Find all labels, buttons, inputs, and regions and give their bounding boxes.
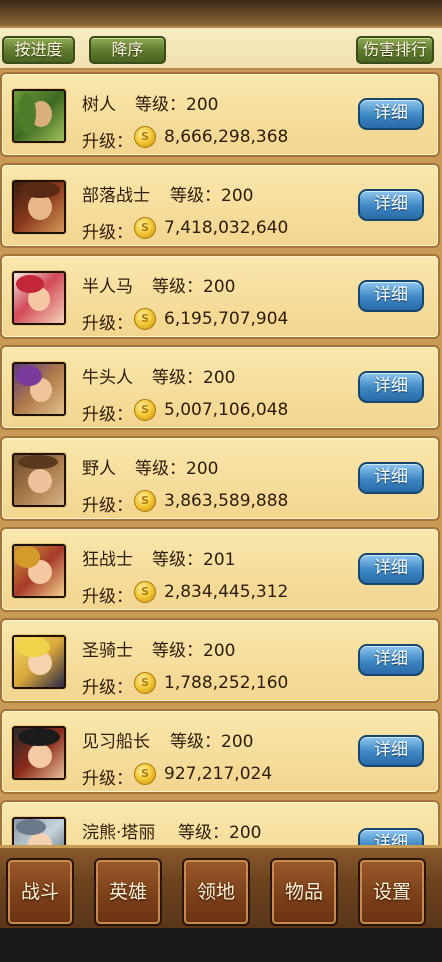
upgrade-cost: 8,666,298,368 (164, 127, 289, 147)
gold-coin-icon: S (134, 672, 156, 694)
top-border (0, 0, 442, 26)
app-screen: 按进度 降序 伤害排行 树人 等级：200 升级： S 8,666,298,36… (0, 0, 442, 962)
hero-avatar-raccoon-tali (12, 817, 66, 845)
detail-button[interactable]: 详细 (358, 735, 424, 767)
hero-level: 等级：201 (152, 550, 236, 570)
gold-coin-icon: S (134, 126, 156, 148)
bottom-nav-bar: 战斗 英雄 领地 物品 设置 (0, 845, 442, 928)
upgrade-label: 升级： (82, 314, 133, 334)
hero-level: 等级：200 (135, 459, 219, 479)
upgrade-cost: 5,007,106,048 (164, 400, 289, 420)
hero-name: 圣骑士 (82, 641, 133, 661)
hero-card-minotaur: 牛头人 等级：200 升级： S 5,007,106,048 详细 (0, 345, 440, 430)
nav-items-button[interactable]: 物品 (270, 858, 338, 926)
upgrade-label: 升级： (82, 223, 133, 243)
hero-avatar-paladin (12, 635, 66, 689)
hero-card-berserker: 狂战士 等级：201 升级： S 2,834,445,312 详细 (0, 527, 440, 612)
sort-by-progress-button[interactable]: 按进度 (2, 36, 75, 64)
hero-level: 等级：200 (152, 277, 236, 297)
hero-card-tribal-warrior: 部落战士 等级：200 升级： S 7,418,032,640 详细 (0, 163, 440, 248)
nav-heroes-button[interactable]: 英雄 (94, 858, 162, 926)
hero-name: 见习船长 (82, 732, 150, 752)
sort-toolbar: 按进度 降序 伤害排行 (0, 26, 442, 70)
hero-name: 野人 (82, 459, 116, 479)
detail-button[interactable]: 详细 (358, 644, 424, 676)
upgrade-label: 升级： (82, 132, 133, 152)
hero-card-paladin: 圣骑士 等级：200 升级： S 1,788,252,160 详细 (0, 618, 440, 703)
hero-level: 等级：200 (170, 732, 254, 752)
hero-name: 浣熊·塔丽 (82, 823, 156, 843)
upgrade-cost: 927,217,024 (164, 764, 273, 784)
upgrade-label: 升级： (82, 496, 133, 516)
detail-button[interactable]: 详细 (358, 828, 424, 845)
hero-avatar-berserker (12, 544, 66, 598)
upgrade-label: 升级： (82, 678, 133, 698)
nav-territory-button[interactable]: 领地 (182, 858, 250, 926)
gold-coin-icon: S (134, 217, 156, 239)
gold-coin-icon: S (134, 308, 156, 330)
hero-name: 树人 (82, 95, 116, 115)
upgrade-cost: 3,863,589,888 (164, 491, 289, 511)
hero-avatar-tribal-warrior (12, 180, 66, 234)
detail-button[interactable]: 详细 (358, 98, 424, 130)
damage-ranking-button[interactable]: 伤害排行 (356, 36, 434, 64)
detail-button[interactable]: 详细 (358, 553, 424, 585)
hero-name: 狂战士 (82, 550, 133, 570)
detail-button[interactable]: 详细 (358, 280, 424, 312)
nav-settings-button[interactable]: 设置 (358, 858, 426, 926)
hero-card-apprentice-captain: 见习船长 等级：200 升级： S 927,217,024 详细 (0, 709, 440, 794)
upgrade-label: 升级： (82, 587, 133, 607)
upgrade-label: 升级： (82, 405, 133, 425)
hero-card-raccoon-tali: 浣熊·塔丽 等级：200 详细 (0, 800, 440, 845)
upgrade-cost: 1,788,252,160 (164, 673, 289, 693)
sort-descending-button[interactable]: 降序 (89, 36, 166, 64)
detail-button[interactable]: 详细 (358, 462, 424, 494)
hero-avatar-minotaur (12, 362, 66, 416)
hero-level: 等级：200 (170, 186, 254, 206)
upgrade-cost: 7,418,032,640 (164, 218, 289, 238)
hero-avatar-centaur (12, 271, 66, 325)
hero-avatar-apprentice-captain (12, 726, 66, 780)
hero-name: 部落战士 (82, 186, 150, 206)
hero-name: 牛头人 (82, 368, 133, 388)
detail-button[interactable]: 详细 (358, 189, 424, 221)
gold-coin-icon: S (134, 581, 156, 603)
gold-coin-icon: S (134, 763, 156, 785)
hero-level: 等级：200 (178, 823, 262, 843)
hero-card-treant: 树人 等级：200 升级： S 8,666,298,368 详细 (0, 72, 440, 157)
hero-avatar-savage (12, 453, 66, 507)
gold-coin-icon: S (134, 399, 156, 421)
nav-battle-button[interactable]: 战斗 (6, 858, 74, 926)
hero-level: 等级：200 (152, 641, 236, 661)
hero-level: 等级：200 (152, 368, 236, 388)
hero-card-savage: 野人 等级：200 升级： S 3,863,589,888 详细 (0, 436, 440, 521)
gold-coin-icon: S (134, 490, 156, 512)
hero-name: 半人马 (82, 277, 133, 297)
hero-card-centaur: 半人马 等级：200 升级： S 6,195,707,904 详细 (0, 254, 440, 339)
upgrade-cost: 6,195,707,904 (164, 309, 289, 329)
hero-level: 等级：200 (135, 95, 219, 115)
hero-avatar-treant (12, 89, 66, 143)
upgrade-label: 升级： (82, 769, 133, 789)
detail-button[interactable]: 详细 (358, 371, 424, 403)
bottom-bezel (0, 928, 442, 962)
hero-list[interactable]: 树人 等级：200 升级： S 8,666,298,368 详细 部落战士 等级… (0, 70, 442, 845)
upgrade-cost: 2,834,445,312 (164, 582, 289, 602)
